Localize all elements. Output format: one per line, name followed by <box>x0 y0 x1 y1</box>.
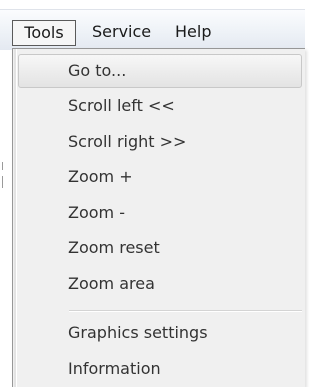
menu-service[interactable]: Service <box>92 20 151 46</box>
window-edge-line <box>2 162 3 170</box>
menu-item-zoom-out[interactable]: Zoom - <box>18 196 302 230</box>
menu-item-zoom-reset[interactable]: Zoom reset <box>18 231 302 265</box>
menu-tools[interactable]: Tools <box>12 20 76 46</box>
menu-gutter <box>14 49 17 387</box>
menu-help[interactable]: Help <box>175 20 211 46</box>
menu-item-go-to[interactable]: Go to... <box>18 54 302 88</box>
menu-item-information[interactable]: Information <box>18 352 302 386</box>
menu-item-zoom-in[interactable]: Zoom + <box>18 160 302 194</box>
menu-item-graphics-settings[interactable]: Graphics settings <box>18 316 302 350</box>
menu-separator <box>69 310 302 312</box>
tools-dropdown-menu: Go to... Scroll left << Scroll right >> … <box>12 48 305 387</box>
menu-item-zoom-area[interactable]: Zoom area <box>18 267 302 301</box>
window-edge-line <box>2 176 3 188</box>
app-window-edge <box>0 0 4 387</box>
menu-item-scroll-right[interactable]: Scroll right >> <box>18 125 302 159</box>
menu-bar: Tools Service Help <box>0 9 305 50</box>
menu-item-scroll-left[interactable]: Scroll left << <box>18 89 302 123</box>
